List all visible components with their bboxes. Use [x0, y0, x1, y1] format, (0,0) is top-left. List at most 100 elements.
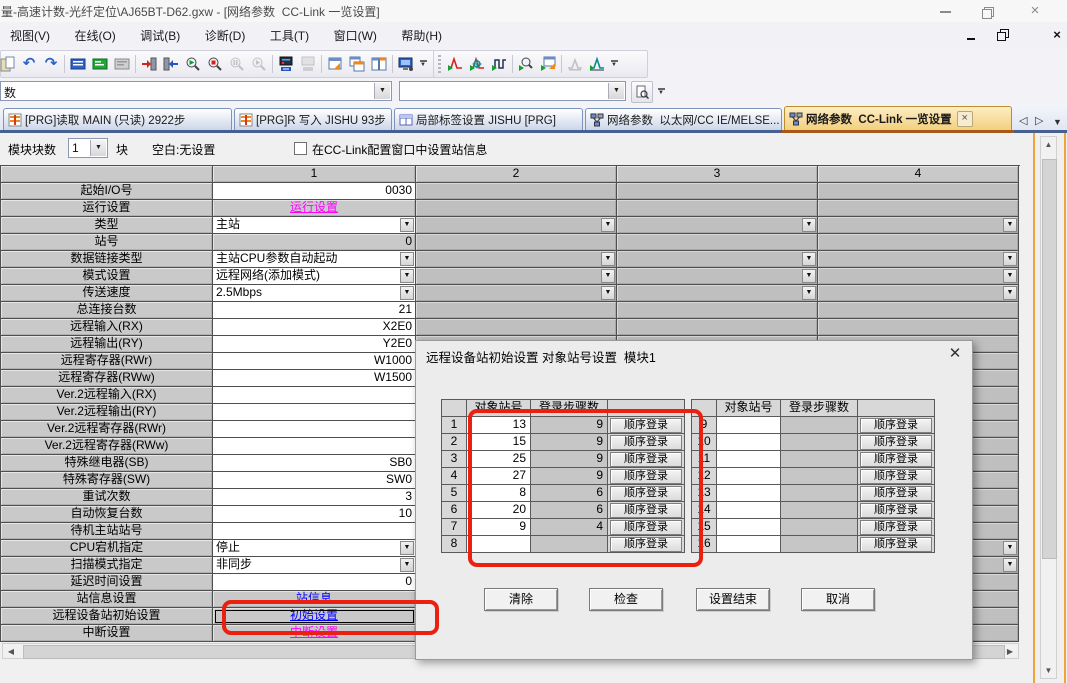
scroll-up-icon[interactable]: ▲ [1041, 140, 1056, 149]
paste-icon[interactable] [0, 53, 18, 75]
tab-prg-read-main[interactable]: [PRG]读取 MAIN (只读) 2922步 [3, 108, 232, 130]
dropdown-arrow-icon[interactable]: ▼ [400, 252, 414, 266]
settings-link[interactable]: 运行设置 [290, 200, 338, 214]
data-selector-combo[interactable]: 数 ▼ [0, 81, 392, 101]
tile-window-icon[interactable] [368, 53, 390, 75]
value-cell[interactable] [213, 387, 416, 404]
trace-register-icon[interactable] [466, 53, 488, 75]
pause-monitor-icon[interactable] [226, 53, 248, 75]
stop-monitor-icon[interactable] [204, 53, 226, 75]
value-cell[interactable]: W1000 [213, 353, 416, 370]
dropdown-arrow-icon[interactable]: ▼ [1003, 558, 1017, 572]
menu-tools[interactable]: 工具(T) [260, 22, 319, 44]
secondary-combo[interactable]: ▼ [399, 81, 626, 101]
wave-disabled-icon[interactable] [564, 53, 586, 75]
cascade-window-icon[interactable] [346, 53, 368, 75]
chevron-down-icon[interactable]: ▼ [608, 83, 624, 99]
tab-prg-write-jishu[interactable]: [PRG]R 写入 JISHU 93步 [234, 108, 392, 130]
vertical-scrollbar[interactable]: ▲ ▼ [1040, 136, 1057, 679]
station-info-checkbox[interactable] [294, 142, 307, 155]
tab-network-parameter-cclink[interactable]: 网络参数 CC-Link 一览设置 × [784, 106, 1012, 130]
sequence-register-button[interactable]: 顺序登录 [860, 452, 932, 467]
clear-button[interactable]: 清除 [484, 588, 558, 611]
remote-operation-icon[interactable] [395, 53, 417, 75]
dropdown-cell[interactable]: 主站▼ [213, 217, 416, 234]
dropdown-arrow-icon[interactable]: ▼ [1003, 218, 1017, 232]
dropdown-arrow-icon[interactable]: ▼ [400, 541, 414, 555]
dropdown-arrow-icon[interactable]: ▼ [400, 218, 414, 232]
start-monitor-icon[interactable] [182, 53, 204, 75]
wave-display-icon[interactable] [586, 53, 608, 75]
menu-online[interactable]: 在线(O) [64, 22, 125, 44]
value-cell[interactable]: 3 [213, 489, 416, 506]
station-number-cell[interactable] [717, 502, 781, 519]
sequence-register-button[interactable]: 顺序登录 [860, 503, 932, 518]
toolbar-overflow-icon[interactable]: ▼ [655, 81, 667, 103]
device-monitor-icon[interactable] [275, 53, 297, 75]
link-cell[interactable]: 运行设置 [213, 200, 416, 217]
check-button[interactable]: 检查 [589, 588, 663, 611]
sequence-register-button[interactable]: 顺序登录 [860, 520, 932, 535]
dropdown-cell[interactable]: 停止▼ [213, 540, 416, 557]
station-number-cell[interactable] [717, 434, 781, 451]
restore-button[interactable] [972, 0, 1006, 22]
menu-debug[interactable]: 调试(B) [130, 22, 190, 44]
dropdown-arrow-icon[interactable]: ▼ [802, 252, 816, 266]
dropdown-arrow-icon[interactable]: ▼ [601, 286, 615, 300]
setting-end-button[interactable]: 设置结束 [696, 588, 770, 611]
dropdown-arrow-icon[interactable]: ▼ [400, 286, 414, 300]
value-cell[interactable]: 10 [213, 506, 416, 523]
dropdown-arrow-icon[interactable]: ▼ [601, 252, 615, 266]
undo-icon[interactable]: ↶ [18, 53, 40, 75]
tab-scroll-right-icon[interactable]: ▷ [1035, 114, 1043, 127]
dropdown-cell[interactable]: 主站CPU参数自动起动▼ [213, 251, 416, 268]
menu-help[interactable]: 帮助(H) [391, 22, 452, 44]
dropdown-arrow-icon[interactable]: ▼ [802, 218, 816, 232]
sequence-register-button[interactable]: 顺序登录 [860, 469, 932, 484]
read-from-plc-icon[interactable] [160, 53, 182, 75]
value-cell[interactable]: SB0 [213, 455, 416, 472]
value-cell[interactable]: X2E0 [213, 319, 416, 336]
dropdown-cell[interactable]: 远程网络(添加模式)▼ [213, 268, 416, 285]
sequence-register-button[interactable]: 顺序登录 [860, 486, 932, 501]
device-memory-icon[interactable] [67, 53, 89, 75]
mdi-restore-button[interactable] [992, 26, 1014, 44]
dropdown-arrow-icon[interactable]: ▼ [802, 286, 816, 300]
redo-icon[interactable]: ↷ [40, 53, 62, 75]
scroll-down-icon[interactable]: ▼ [1041, 666, 1056, 675]
dropdown-cell[interactable]: 2.5Mbps▼ [213, 285, 416, 302]
value-cell[interactable] [213, 523, 416, 540]
value-cell[interactable]: 0030 [213, 183, 416, 200]
dropdown-cell[interactable]: 非同步▼ [213, 557, 416, 574]
value-cell[interactable] [213, 421, 416, 438]
vertical-scrollbar-thumb[interactable] [1042, 159, 1057, 559]
chevron-down-icon[interactable]: ▼ [90, 140, 106, 156]
dropdown-arrow-icon[interactable]: ▼ [601, 269, 615, 283]
mdi-minimize-button[interactable] [960, 26, 982, 44]
value-cell[interactable]: 21 [213, 302, 416, 319]
value-cell[interactable] [213, 404, 416, 421]
dialog-close-icon[interactable]: ✕ [946, 345, 964, 363]
dropdown-arrow-icon[interactable]: ▼ [400, 558, 414, 572]
sequence-register-button[interactable]: 顺序登录 [860, 435, 932, 450]
toolbar-overflow-icon[interactable]: ▼ [417, 53, 429, 75]
value-cell[interactable]: 0 [213, 574, 416, 591]
dropdown-arrow-icon[interactable]: ▼ [1003, 252, 1017, 266]
sampling-trace-icon[interactable] [444, 53, 466, 75]
station-number-cell[interactable] [717, 519, 781, 536]
resume-monitor-icon[interactable] [248, 53, 270, 75]
value-cell[interactable]: Y2E0 [213, 336, 416, 353]
scroll-right-icon[interactable]: ▶ [1003, 647, 1017, 656]
tab-scroll-left-icon[interactable]: ◁ [1019, 114, 1027, 127]
station-number-cell[interactable] [717, 417, 781, 434]
station-number-cell[interactable] [717, 468, 781, 485]
trace-execute-icon[interactable] [488, 53, 510, 75]
dropdown-arrow-icon[interactable]: ▼ [1003, 269, 1017, 283]
device-comment-icon[interactable] [89, 53, 111, 75]
sequence-register-button[interactable]: 顺序登录 [860, 537, 932, 552]
dropdown-arrow-icon[interactable]: ▼ [400, 269, 414, 283]
trace-monitor-icon[interactable] [515, 53, 537, 75]
write-to-plc-icon[interactable] [138, 53, 160, 75]
trace-write-icon[interactable] [537, 53, 559, 75]
dropdown-arrow-icon[interactable]: ▼ [1003, 541, 1017, 555]
